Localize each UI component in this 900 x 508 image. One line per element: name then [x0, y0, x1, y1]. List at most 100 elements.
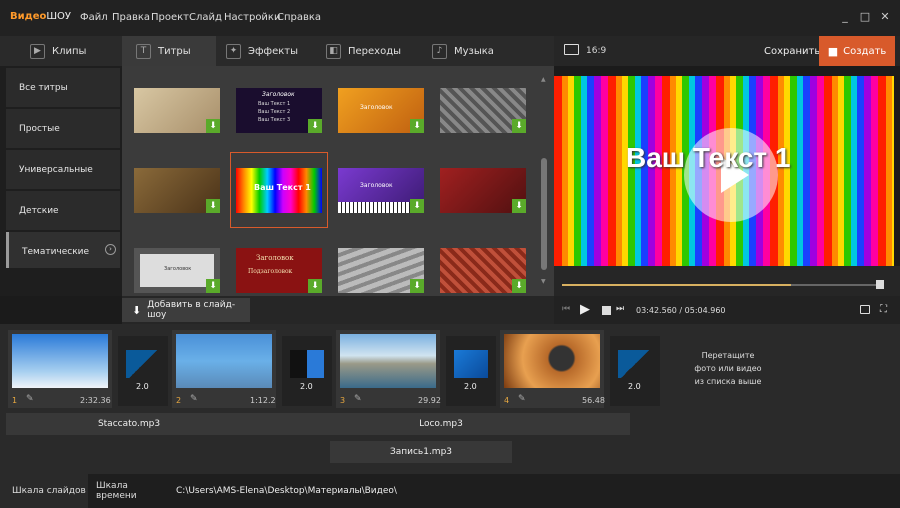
tab-transitions[interactable]: ◧ Переходы	[326, 36, 422, 66]
audio-track[interactable]: Staccato.mp3	[6, 413, 252, 435]
app-logo: ВидеоШОУ	[10, 11, 72, 22]
title-thumb[interactable]: Заголовок ⬇	[338, 168, 424, 213]
scroll-up-icon[interactable]: ▲	[541, 76, 546, 83]
magic-wand-icon: ✦	[226, 43, 241, 59]
menu-file[interactable]: Файл	[80, 12, 108, 23]
transition-thumb	[618, 350, 652, 378]
download-icon[interactable]: ⬇	[308, 279, 322, 293]
tab-clips[interactable]: ▶ Клипы	[30, 36, 122, 66]
category-kids[interactable]: Детские	[6, 191, 120, 230]
category-universal[interactable]: Универсальные	[6, 150, 120, 189]
video-preview[interactable]: Ваш Текст 1	[554, 76, 894, 266]
play-icon[interactable]: ▶	[580, 302, 590, 317]
title-thumb[interactable]: Заголовок ⬇	[338, 88, 424, 133]
menu-slide[interactable]: Слайд	[189, 12, 222, 23]
transition-thumb	[126, 350, 160, 378]
slide-card[interactable]: 3 ✎ 29.92	[336, 330, 441, 408]
tab-timeline[interactable]: Шкала времени	[88, 474, 170, 508]
minimize-button[interactable]: _	[838, 10, 852, 23]
title-thumb[interactable]: ⬇	[440, 248, 526, 293]
download-icon[interactable]: ⬇	[410, 199, 424, 213]
edit-icon[interactable]: ✎	[190, 394, 198, 404]
monitor-icon	[564, 44, 579, 55]
create-button[interactable]: ■ Создать	[819, 36, 895, 66]
category-sidebar: Все титры Простые Универсальные Детские …	[0, 66, 122, 296]
slide-thumbnail	[340, 334, 436, 388]
transition-slot[interactable]: 2.0	[610, 336, 660, 406]
text-icon: T	[136, 43, 151, 59]
menu-help[interactable]: Справка	[277, 12, 321, 23]
play-icon: ▶	[30, 43, 45, 59]
download-icon[interactable]: ⬇	[206, 119, 220, 133]
transition-slot[interactable]: 2.0	[118, 336, 168, 406]
slide-card[interactable]: 4 ✎ 56.48	[500, 330, 605, 408]
folder-path: C:\Users\AMS-Elena\Desktop\Материалы\Вид…	[176, 486, 397, 496]
title-bar: ВидеоШОУ Файл Правка Проект Слайд Настро…	[0, 0, 900, 36]
menu-project[interactable]: Проект	[151, 12, 189, 23]
title-thumb[interactable]: Ваш Текст 1	[236, 168, 322, 213]
tab-effects[interactable]: ✦ Эффекты	[222, 36, 314, 66]
category-all[interactable]: Все титры	[6, 68, 120, 107]
music-icon: ♪	[432, 43, 447, 59]
title-thumb[interactable]: ⬇	[134, 168, 220, 213]
snapshot-icon[interactable]	[860, 305, 870, 314]
scrollbar-thumb[interactable]	[541, 158, 547, 270]
slide-thumbnail	[504, 334, 600, 388]
save-button[interactable]: Сохранить	[764, 46, 820, 57]
download-icon[interactable]: ⬇	[206, 199, 220, 213]
transition-slot[interactable]: 2.0	[446, 336, 496, 406]
tab-bar: ▶ Клипы T Титры ✦ Эффекты ◧ Переходы ♪ Музыка	[0, 36, 554, 66]
camera-icon: ■	[827, 44, 839, 58]
download-icon[interactable]: ⬇	[410, 119, 424, 133]
maximize-button[interactable]: □	[858, 10, 872, 23]
seek-progress	[562, 284, 791, 286]
transition-slot[interactable]: 2.0	[282, 336, 332, 406]
time-readout: 03:42.560 / 05:04.960	[636, 306, 726, 315]
preview-title-text: Ваш Текст 1	[626, 142, 791, 173]
seek-area	[554, 266, 900, 296]
slide-card[interactable]: 2 ✎ 1:12.2	[172, 330, 276, 408]
edit-icon[interactable]: ✎	[354, 394, 362, 404]
transition-thumb	[454, 350, 488, 378]
download-icon[interactable]: ⬇	[410, 279, 424, 293]
drop-hint: Перетащите фото или видео из списка выше	[694, 351, 762, 386]
menu-edit[interactable]: Правка	[112, 12, 150, 23]
tab-slide-track[interactable]: Шкала слайдов	[0, 474, 88, 508]
title-thumb[interactable]: Заголовок ⬇	[134, 248, 220, 293]
grid-scrollbar[interactable]: ▲ ▼	[540, 76, 548, 286]
menu-settings[interactable]: Настройки	[224, 12, 280, 23]
audio-track[interactable]: Loco.mp3	[252, 413, 630, 435]
close-button[interactable]: ✕	[878, 10, 892, 23]
arrow-down-icon: ⬇	[132, 303, 142, 317]
download-icon[interactable]: ⬇	[308, 119, 322, 133]
category-simple[interactable]: Простые	[6, 109, 120, 148]
title-thumb[interactable]: Заголовок Ваш Текст 1 Ваш Текст 2 Ваш Те…	[236, 88, 322, 133]
tab-music[interactable]: ♪ Музыка	[432, 36, 522, 66]
slide-card[interactable]: 1 ✎ 2:32.36	[8, 330, 112, 408]
edit-icon[interactable]: ✎	[26, 394, 34, 404]
fullscreen-icon[interactable]: ⛶	[880, 304, 887, 315]
scroll-down-icon[interactable]: ▼	[541, 278, 546, 285]
title-thumb[interactable]: ⬇	[440, 168, 526, 213]
tab-titles[interactable]: T Титры	[122, 36, 216, 66]
title-thumb[interactable]: ⬇	[134, 88, 220, 133]
title-thumb[interactable]: Заголовок Подзаголовок ⬇	[236, 248, 322, 293]
title-thumb[interactable]: ⬇	[338, 248, 424, 293]
audio-track[interactable]: Запись1.mp3	[330, 441, 512, 463]
previous-icon[interactable]: ⏮	[562, 304, 570, 314]
download-icon[interactable]: ⬇	[512, 199, 526, 213]
chevron-right-icon: ›	[105, 244, 116, 255]
download-icon[interactable]: ⬇	[512, 119, 526, 133]
add-to-slideshow-button[interactable]: ⬇ Добавить в слайд-шоу	[122, 298, 250, 322]
next-icon[interactable]: ⏭	[616, 304, 624, 314]
slide-thumbnail	[12, 334, 108, 388]
titles-grid: ⬇ Заголовок Ваш Текст 1 Ваш Текст 2 Ваш …	[122, 66, 554, 296]
category-thematic[interactable]: Тематические ›	[6, 232, 120, 268]
aspect-ratio[interactable]: 16:9	[586, 46, 606, 56]
edit-icon[interactable]: ✎	[518, 394, 526, 404]
title-thumb[interactable]: ⬇	[440, 88, 526, 133]
download-icon[interactable]: ⬇	[206, 279, 220, 293]
stop-icon[interactable]	[602, 306, 611, 315]
download-icon[interactable]: ⬇	[512, 279, 526, 293]
seek-handle[interactable]	[876, 280, 884, 289]
